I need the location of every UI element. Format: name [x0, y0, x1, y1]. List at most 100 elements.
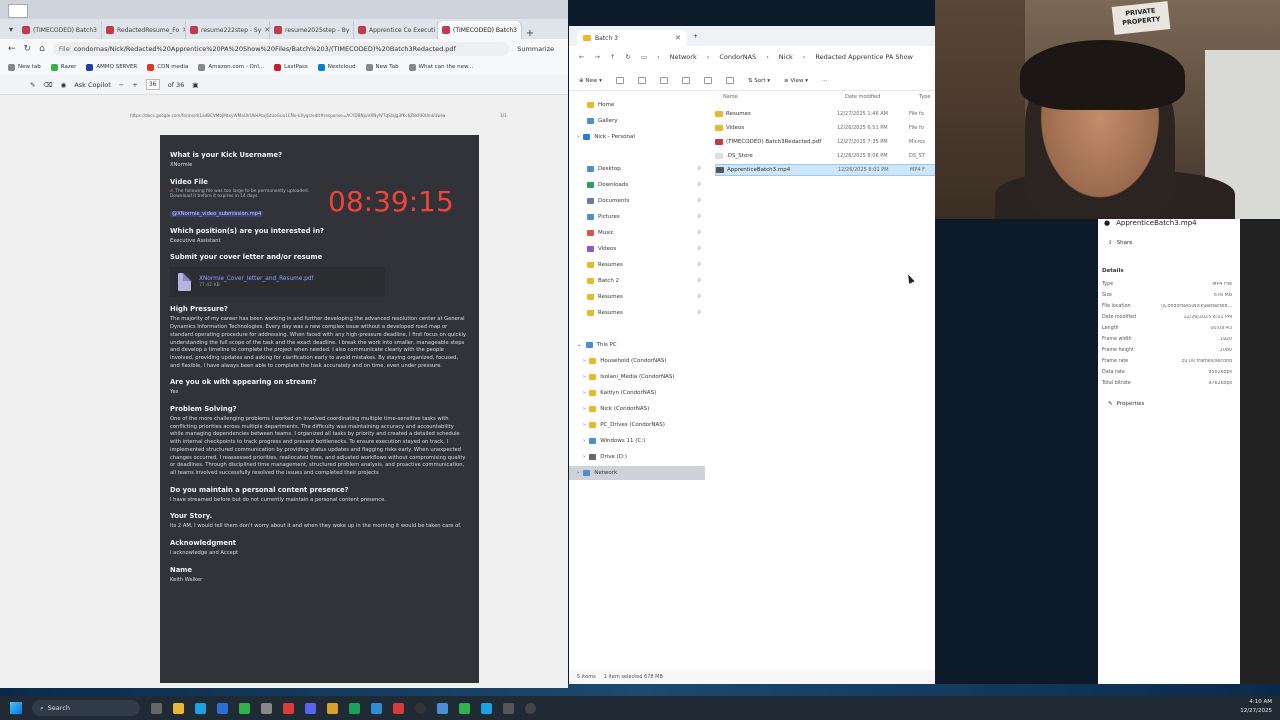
- breadcrumb-item[interactable]: CondorNAS: [719, 53, 756, 61]
- app-icon[interactable]: [437, 702, 448, 714]
- chrome-icon[interactable]: [239, 702, 250, 714]
- pin-icon[interactable]: ⚲: [697, 230, 701, 236]
- pin-icon[interactable]: ⚲: [697, 310, 701, 316]
- edge-icon[interactable]: [195, 702, 206, 714]
- bookmark-item[interactable]: AMMO SERVER: [86, 63, 137, 71]
- paste-icon[interactable]: [659, 77, 668, 84]
- app-icon[interactable]: [503, 702, 514, 714]
- sidebar-item-household[interactable]: › Household (CondorNAS): [569, 354, 705, 368]
- pin-icon[interactable]: ⚲: [697, 214, 701, 220]
- app-icon[interactable]: [393, 702, 404, 714]
- task-view-icon[interactable]: [151, 702, 162, 714]
- ask-copilot-button[interactable]: Ask Copilot: [74, 81, 110, 89]
- sidebar-item-drive-d[interactable]: › Drive (D:): [569, 450, 705, 464]
- pin-icon[interactable]: ⚲: [697, 246, 701, 252]
- chevron-right-icon[interactable]: ›: [583, 454, 585, 460]
- copy-icon[interactable]: [637, 77, 646, 84]
- file-attachment[interactable]: XNormie_Cover_letter_and_Resume.pdf 77.4…: [170, 267, 385, 298]
- app-icon[interactable]: [261, 702, 272, 714]
- file-explorer-icon[interactable]: [173, 702, 184, 714]
- refresh-icon[interactable]: ↻: [24, 44, 32, 54]
- pin-icon[interactable]: ⚲: [697, 182, 701, 188]
- sidebar-item-resumes[interactable]: Resumes ⚲: [569, 258, 705, 272]
- sidebar-item-resumes-2[interactable]: Resumes ⚲: [569, 290, 705, 304]
- tab-apprentice[interactable]: Apprentice Co Executi✕: [354, 21, 438, 39]
- pin-icon[interactable]: ⚲: [697, 198, 701, 204]
- erase-icon[interactable]: ⌫: [43, 81, 52, 89]
- bookmark-item[interactable]: What can the new...: [408, 63, 473, 71]
- chevron-right-icon[interactable]: ›: [583, 374, 585, 380]
- column-header-type[interactable]: Type: [919, 94, 930, 104]
- home-icon[interactable]: ⌂: [39, 44, 45, 54]
- pin-icon[interactable]: ⚲: [697, 262, 701, 268]
- breadcrumb-item[interactable]: Redacted Apprentice PA Show: [815, 53, 913, 61]
- breadcrumb-item[interactable]: Network: [670, 53, 697, 61]
- store-icon[interactable]: [217, 702, 228, 714]
- app-icon[interactable]: [481, 702, 492, 714]
- copilot-icon[interactable]: ◉: [61, 81, 67, 89]
- monitor-icon[interactable]: ▭: [641, 53, 647, 61]
- file-list[interactable]: Name Date modified Type Resumes 12/27/20…: [709, 92, 935, 672]
- more-options-icon[interactable]: ⋯: [822, 78, 828, 84]
- column-header-date[interactable]: Date modified: [845, 94, 880, 104]
- up-icon[interactable]: ↑: [610, 53, 615, 61]
- pin-icon[interactable]: ⚲: [697, 166, 701, 172]
- bookmark-item[interactable]: LastPass: [274, 63, 308, 71]
- new-tab-button[interactable]: +: [522, 28, 538, 39]
- cut-icon[interactable]: [615, 77, 624, 84]
- share-icon[interactable]: [703, 77, 712, 84]
- view-button[interactable]: ≡ View ▾: [784, 78, 808, 84]
- pin-icon[interactable]: ⚲: [697, 294, 701, 300]
- chevron-right-icon[interactable]: ›: [577, 470, 579, 476]
- address-bar[interactable]: File condornas/Nick/Redacted%20Apprentic…: [52, 42, 510, 56]
- tab-actions-icon[interactable]: ▾: [4, 21, 18, 39]
- app-icon[interactable]: [371, 702, 382, 714]
- tab-resume2025[interactable]: resume2025step - By✕: [270, 21, 354, 39]
- back-icon[interactable]: ←: [579, 53, 584, 61]
- file-row-videos[interactable]: Videos 12/26/2025 6:51 PM File fo: [715, 122, 935, 134]
- app-icon[interactable]: [349, 702, 360, 714]
- sidebar-item-network[interactable]: › Network: [569, 466, 705, 480]
- sidebar-item-onedrive[interactable]: › Nick - Personal: [569, 130, 705, 144]
- bookmark-item[interactable]: Nextcloud: [317, 63, 356, 71]
- media-icon[interactable]: [525, 702, 536, 714]
- obs-icon[interactable]: [415, 702, 426, 714]
- pin-icon[interactable]: ⚲: [697, 278, 701, 284]
- bookmark-item[interactable]: Amazon.com - Onl...: [198, 63, 264, 71]
- draw-icon[interactable]: ✎: [30, 81, 35, 89]
- sidebar-item-this-pc[interactable]: ⌄ This PC: [569, 338, 705, 352]
- file-row-ds-store[interactable]: .DS_Store 12/26/2025 8:06 PM DS_ST: [715, 150, 935, 162]
- sidebar-item-gallery[interactable]: Gallery: [569, 114, 705, 128]
- discord-icon[interactable]: [305, 702, 316, 714]
- app-icon[interactable]: [283, 702, 294, 714]
- new-button[interactable]: ⊕ New ▾: [579, 78, 602, 84]
- page-number-input[interactable]: 36: [145, 79, 160, 90]
- sidebar-item-pc-drives[interactable]: › PC_Drives (CondorNAS): [569, 418, 705, 432]
- delete-icon[interactable]: [725, 77, 734, 84]
- attachment-name[interactable]: XNormie_Cover_letter_and_Resume.pdf: [199, 276, 314, 282]
- chevron-down-icon[interactable]: ⌄: [577, 342, 582, 348]
- file-row-resumes[interactable]: Resumes 12/27/2025 1:46 AM File fo: [715, 108, 935, 120]
- tab-timecoded-active[interactable]: (TIMECODED) Batch3✕: [438, 21, 522, 39]
- zoom-in-icon[interactable]: +: [132, 81, 137, 89]
- sidebar-item-windows-c[interactable]: › Windows 11 (C:): [569, 434, 705, 448]
- sidebar-item-documents[interactable]: Documents ⚲: [569, 194, 705, 208]
- chevron-right-icon[interactable]: ›: [583, 406, 585, 412]
- sidebar-item-resumes-3[interactable]: Resumes ⚲: [569, 306, 705, 320]
- sidebar-item-kaitlyn[interactable]: › Kaitlyn (CondorNAS): [569, 386, 705, 400]
- sidebar-item-desktop[interactable]: Desktop ⚲: [569, 162, 705, 176]
- forward-icon[interactable]: →: [594, 53, 599, 61]
- chevron-right-icon[interactable]: ›: [583, 438, 585, 444]
- tab-redacted-resume[interactable]: RedactedResume_Fo✕: [102, 21, 186, 39]
- summarize-button[interactable]: Summarize: [517, 45, 568, 53]
- close-icon[interactable]: ✕: [675, 34, 681, 42]
- file-row-mp4-selected[interactable]: ApprenticeBatch3.mp4 12/26/2025 8:01 PM …: [715, 164, 935, 176]
- column-header-name[interactable]: Name: [723, 94, 738, 104]
- tab-timecoded-1[interactable]: (TIMECODED) Batch3✕: [18, 21, 102, 39]
- file-row-pdf[interactable]: (TIMECODED) Batch3Redacted.pdf 12/27/202…: [715, 136, 935, 148]
- chevron-right-icon[interactable]: ›: [583, 358, 585, 364]
- tab-resume222[interactable]: resume222step - Sy ✕: [186, 21, 270, 39]
- sidebar-item-downloads[interactable]: Downloads ⚲: [569, 178, 705, 192]
- back-icon[interactable]: ←: [8, 44, 16, 54]
- new-tab-button[interactable]: +: [693, 33, 698, 40]
